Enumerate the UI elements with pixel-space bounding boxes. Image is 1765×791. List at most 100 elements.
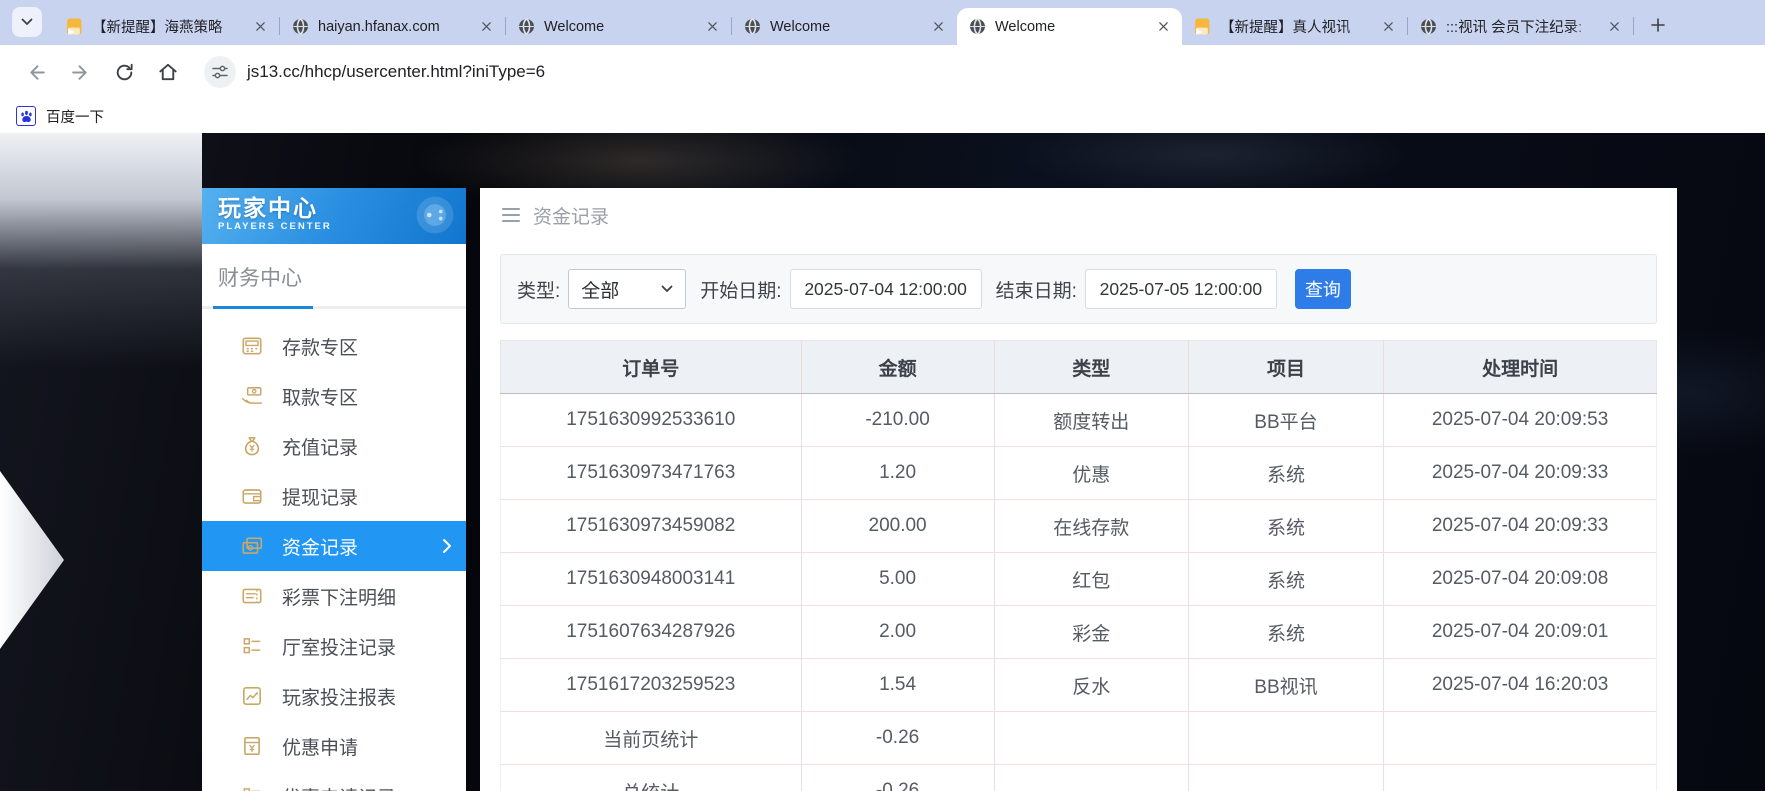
browser-tab-active[interactable]: Welcome (957, 8, 1182, 45)
table-cell (1188, 712, 1383, 765)
table-cell: 红包 (994, 553, 1188, 606)
tab-strip: 【新提醒】海燕策略 haiyan.hfanax.com Welcome Welc… (0, 0, 1765, 45)
funds-table: 订单号金额类型项目处理时间 1751630992533610-210.00额度转… (500, 340, 1657, 791)
reload-button[interactable] (102, 50, 146, 94)
table-cell (1384, 712, 1657, 765)
table-cell: 2.00 (801, 606, 994, 659)
address-bar[interactable]: js13.cc/hhcp/usercenter.html?iniType=6 (204, 56, 545, 88)
sidebar-item-chart[interactable]: 玩家投注报表 (202, 671, 466, 721)
back-arrow-icon (26, 62, 47, 83)
column-header: 订单号 (501, 341, 802, 394)
section-underline (202, 306, 466, 309)
tune-icon (211, 63, 229, 81)
tab-close-button[interactable] (930, 18, 947, 35)
table-cell: 2025-07-04 20:09:01 (1384, 606, 1657, 659)
tab-close-button[interactable] (704, 18, 721, 35)
tab-title: :::视讯 会员下注纪录: (1446, 16, 1597, 37)
table-cell: BB视讯 (1188, 659, 1383, 712)
bag-icon (240, 434, 264, 458)
sidebar-item-ticket[interactable]: 彩票下注明细 (202, 571, 466, 621)
table-cell: -0.26 (801, 765, 994, 791)
sidebar-section-title: 财务中心 (218, 262, 466, 292)
table-row: 17516309480031415.00红包系统2025-07-04 20:09… (501, 553, 1657, 606)
page-content: 玩家中心 PLAYERS CENTER 财务中心 存款专区 取款专区 充值记录 … (0, 133, 1765, 791)
table-cell: 彩金 (994, 606, 1188, 659)
table-cell: 2025-07-04 20:09:08 (1384, 553, 1657, 606)
close-icon (255, 21, 266, 32)
table-cell: 系统 (1188, 606, 1383, 659)
new-tab-button[interactable] (1644, 11, 1672, 39)
sidebar-item-coupon[interactable]: 优惠申请 (202, 721, 466, 771)
sidebar-item-listbox[interactable]: 厅室投注记录 (202, 621, 466, 671)
browser-tab[interactable]: Welcome (506, 8, 731, 45)
table-cell: 系统 (1188, 500, 1383, 553)
table-cell: 2025-07-04 20:09:53 (1384, 394, 1657, 447)
sidebar-item-label: 厅室投注记录 (282, 633, 396, 660)
page-title: 资金记录 (533, 202, 609, 229)
site-info-button[interactable] (204, 56, 236, 88)
table-cell: 当前页统计 (501, 712, 802, 765)
sidebar-item-cards-active[interactable]: 资金记录 (202, 521, 466, 571)
browser-tab[interactable]: 【新提醒】真人视讯 (1182, 8, 1407, 45)
sidebar-item-withdraw[interactable]: 取款专区 (202, 371, 466, 421)
sidebar-item-deposit[interactable]: 存款专区 (202, 321, 466, 371)
sidebar-item-listbox[interactable]: 优惠申请记录 (202, 771, 466, 791)
type-select[interactable]: 全部 (568, 269, 686, 309)
query-button[interactable]: 查询 (1295, 269, 1351, 309)
tab-close-button[interactable] (1380, 18, 1397, 35)
tab-close-button[interactable] (252, 18, 269, 35)
table-cell: 1.20 (801, 447, 994, 500)
table-cell: 额度转出 (994, 394, 1188, 447)
tab-close-button[interactable] (1155, 18, 1172, 35)
table-header-row: 订单号金额类型项目处理时间 (501, 341, 1657, 394)
globe-favicon-icon (744, 18, 761, 35)
table-cell: 总统计 (501, 765, 802, 791)
table-row: 17516309734717631.20优惠系统2025-07-04 20:09… (501, 447, 1657, 500)
forward-button[interactable] (58, 50, 102, 94)
end-date-input[interactable] (1085, 269, 1277, 309)
home-button[interactable] (146, 50, 190, 94)
url-text[interactable]: js13.cc/hhcp/usercenter.html?iniType=6 (247, 62, 545, 82)
tab-search-button[interactable] (12, 7, 42, 37)
plus-icon (1651, 18, 1665, 32)
tab-title: Welcome (544, 19, 695, 35)
table-row: 17516172032595231.54反水BB视讯2025-07-04 16:… (501, 659, 1657, 712)
browser-tab[interactable]: haiyan.hfanax.com (280, 8, 505, 45)
table-cell: -0.26 (801, 712, 994, 765)
sidebar-item-wallet[interactable]: 提现记录 (202, 471, 466, 521)
coupon-icon (240, 734, 264, 758)
sidebar-header: 玩家中心 PLAYERS CENTER (202, 188, 466, 244)
deposit-icon (240, 334, 264, 358)
cards-icon (240, 534, 264, 558)
table-cell: 2025-07-04 20:09:33 (1384, 500, 1657, 553)
table-cell (1384, 765, 1657, 791)
browser-tab[interactable]: 【新提醒】海燕策略 (54, 8, 279, 45)
start-date-input[interactable] (790, 269, 982, 309)
sidebar-item-label: 优惠申请记录 (282, 783, 396, 791)
bookmark-baidu[interactable]: 百度一下 (46, 106, 104, 127)
ticket-icon (240, 584, 264, 608)
browser-tab[interactable]: :::视讯 会员下注纪录: (1408, 8, 1633, 45)
tab-close-button[interactable] (478, 18, 495, 35)
column-header: 金额 (801, 341, 994, 394)
sidebar-item-bag[interactable]: 充值记录 (202, 421, 466, 471)
back-button[interactable] (14, 50, 58, 94)
type-select-value: 全部 (581, 276, 619, 303)
chevron-down-icon (661, 285, 673, 293)
close-icon (481, 21, 492, 32)
forward-arrow-icon (70, 62, 91, 83)
table-cell: 1.54 (801, 659, 994, 712)
start-date-label: 开始日期: (700, 276, 781, 303)
table-cell: 2025-07-04 16:20:03 (1384, 659, 1657, 712)
panel-header: 资金记录 (500, 188, 1657, 242)
browser-tab[interactable]: Welcome (732, 8, 957, 45)
sidebar-item-label: 存款专区 (282, 333, 358, 360)
table-cell: 1751630948003141 (501, 553, 802, 606)
end-date-label: 结束日期: (996, 276, 1077, 303)
table-cell: 反水 (994, 659, 1188, 712)
tab-title: haiyan.hfanax.com (318, 19, 469, 35)
table-cell (1188, 765, 1383, 791)
table-body: 1751630992533610-210.00额度转出BB平台2025-07-0… (501, 394, 1657, 791)
tab-close-button[interactable] (1606, 18, 1623, 35)
close-icon (1383, 21, 1394, 32)
